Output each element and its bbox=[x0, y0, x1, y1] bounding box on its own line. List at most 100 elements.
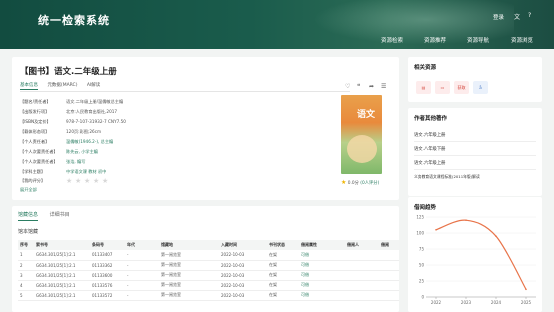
field-value-secondary-author-2[interactable]: 张浩, 编写 bbox=[66, 159, 85, 165]
divider bbox=[20, 91, 350, 92]
field-value-secondary-author-1[interactable]: 陈先云, 小学主编 bbox=[66, 149, 98, 155]
cell-date: 2022-10-03 bbox=[219, 250, 267, 261]
cell-index: 1 bbox=[18, 250, 34, 261]
field-label-physical: 【载体形态项】 bbox=[20, 129, 50, 134]
favorite-icon[interactable]: ♡ bbox=[345, 83, 350, 90]
x-tick-label: 2024 bbox=[491, 300, 502, 305]
cell-date: 2022-10-03 bbox=[219, 270, 267, 281]
field-value-author[interactable]: 温儒敏(1946.2-), 总主编 bbox=[66, 139, 113, 145]
tab-ai-reading[interactable]: AI解读 bbox=[87, 83, 100, 88]
col-header: 借阅人 bbox=[345, 240, 379, 250]
cell-index: 4 bbox=[18, 280, 34, 291]
cell-borrow bbox=[379, 260, 399, 271]
cell-loan-type[interactable]: 可借 bbox=[299, 260, 345, 271]
related-resource-get[interactable]: 获取 bbox=[454, 81, 469, 94]
x-tick-label: 2023 bbox=[461, 300, 472, 305]
field-label-subject: 【学科主题】 bbox=[20, 169, 46, 174]
table-row[interactable]: 3 G634.301/25[1]:2.1 01133600 - 第一阅览室 20… bbox=[18, 270, 399, 281]
divider bbox=[414, 155, 536, 156]
other-work-item[interactable]: 语文.六年级上册 bbox=[414, 132, 445, 138]
cell-call-number: G634.301/25[1]:2.1 bbox=[34, 250, 90, 261]
nav-resource-browse[interactable]: 资源浏览 bbox=[511, 36, 533, 44]
tab-holdings[interactable]: 馆藏信息 bbox=[18, 212, 39, 221]
field-label-title: 【题名/责任者】 bbox=[20, 99, 51, 104]
cell-loan-type[interactable]: 可借 bbox=[299, 290, 345, 301]
related-resource-icon[interactable]: ▤ bbox=[416, 81, 431, 94]
cell-loan-type[interactable]: 可借 bbox=[299, 250, 345, 261]
nav-resource-navigation[interactable]: 资源导航 bbox=[467, 36, 489, 44]
field-label-secondary-author-1: 【个人次要责任者】 bbox=[20, 149, 58, 154]
col-header: 馆藏地 bbox=[159, 240, 219, 250]
data-point bbox=[465, 219, 467, 221]
y-tick-label: 25 bbox=[419, 279, 425, 284]
field-label-publisher: 【出版发行项】 bbox=[20, 109, 50, 114]
holdings-tabs: 馆藏信息 详细书目 bbox=[18, 211, 80, 221]
rating-star-icon[interactable]: ★ bbox=[102, 177, 108, 185]
col-header: 入藏时间 bbox=[219, 240, 267, 250]
cell-status: 在架 bbox=[267, 270, 299, 281]
data-point bbox=[495, 235, 497, 237]
cell-barcode: 01133600 bbox=[90, 270, 125, 281]
table-row[interactable]: 2 G634.301/25[1]:2.1 01133362 - 第一阅览室 20… bbox=[18, 260, 399, 271]
cell-status: 在架 bbox=[267, 250, 299, 261]
cell-call-number: G634.301/25[1]:2.1 bbox=[34, 290, 90, 301]
y-tick-label: 100 bbox=[416, 231, 424, 236]
data-point bbox=[435, 229, 437, 231]
table-row[interactable]: 1 G634.301/25[1]:2.1 01133407 - 第一阅览室 20… bbox=[18, 250, 399, 261]
cell-status: 在架 bbox=[267, 280, 299, 291]
table-row[interactable]: 4 G634.301/25[1]:2.1 01133576 - 第一阅览室 20… bbox=[18, 280, 399, 291]
cell-borrow bbox=[379, 270, 399, 281]
cell-year: - bbox=[125, 290, 159, 301]
cell-barcode: 01133572 bbox=[90, 290, 125, 301]
login-link[interactable]: 登录 bbox=[493, 13, 504, 21]
cell-borrower bbox=[345, 260, 379, 271]
menu-icon[interactable]: ☰ bbox=[381, 83, 386, 90]
other-work-item[interactable]: 语文.八年级下册 bbox=[414, 146, 445, 152]
book-title: 【图书】语文.二年级上册 bbox=[20, 67, 117, 77]
nav-resource-recommend[interactable]: 资源推荐 bbox=[424, 36, 446, 44]
related-resource-icon[interactable]: ā bbox=[473, 81, 488, 94]
y-tick-label: 75 bbox=[419, 247, 425, 252]
field-value-publisher: 北京:人民教育出版社,2017 bbox=[66, 109, 118, 114]
cell-barcode: 01133362 bbox=[90, 260, 125, 271]
cell-year: - bbox=[125, 260, 159, 271]
field-value-subject[interactable]: 中学语文课 教材 初中 bbox=[66, 169, 106, 175]
y-tick-label: 50 bbox=[419, 263, 425, 268]
translate-icon[interactable]: 文 bbox=[514, 12, 520, 21]
tab-basic-info[interactable]: 基本信息 bbox=[20, 83, 38, 90]
y-tick-label: 125 bbox=[416, 215, 424, 220]
data-point bbox=[525, 288, 527, 291]
related-resource-icon[interactable]: ▭ bbox=[435, 81, 450, 94]
cell-barcode: 01133407 bbox=[90, 250, 125, 261]
rating-star-icon[interactable]: ★ bbox=[93, 177, 99, 185]
cell-date: 2022-10-03 bbox=[219, 260, 267, 271]
nav-resource-search[interactable]: 资源检索 bbox=[381, 36, 403, 44]
other-work-item[interactable]: 语文.六年级上册 bbox=[414, 160, 445, 166]
cell-index: 5 bbox=[18, 290, 34, 301]
cell-borrower bbox=[345, 280, 379, 291]
borrow-trend-card: 借阅趋势 0 25 50 75 100 125 2022 2023 2024 2025 bbox=[408, 197, 542, 312]
cell-loan-type[interactable]: 可借 bbox=[299, 280, 345, 291]
cell-status: 在架 bbox=[267, 260, 299, 271]
cover-title: 语文 bbox=[357, 110, 376, 120]
other-work-item[interactable]: 义务教育语文课程标准(2011年版)解读 bbox=[414, 174, 480, 180]
share-icon[interactable]: ➦ bbox=[369, 83, 374, 90]
table-header-row: 序号 索书号 条码号 年代 馆藏地 入藏时间 书刊状态 借阅属性 借阅人 借阅 bbox=[18, 240, 399, 250]
divider bbox=[414, 169, 536, 170]
rating-star-icon[interactable]: ★ bbox=[75, 177, 81, 185]
cell-year: - bbox=[125, 280, 159, 291]
tab-marc[interactable]: 元数据(MARC) bbox=[47, 83, 77, 88]
rating-star-icon[interactable]: ★ bbox=[66, 177, 72, 185]
rating-count[interactable]: (0人评分) bbox=[360, 181, 379, 186]
question-icon[interactable]: ? bbox=[528, 12, 531, 19]
field-label-secondary-author-2: 【个人次要责任者】 bbox=[20, 159, 58, 164]
quote-icon[interactable]: ❝ bbox=[357, 83, 360, 90]
expand-all-link[interactable]: 展开全部 bbox=[20, 187, 37, 193]
table-row[interactable]: 5 G634.301/25[1]:2.1 01133572 - 第一阅览室 20… bbox=[18, 290, 399, 301]
cell-location: 第一阅览室 bbox=[159, 270, 219, 281]
cell-loan-type[interactable]: 可借 bbox=[299, 270, 345, 281]
top-banner: 统一检索系统 登录 文 ? 资源检索 资源推荐 资源导航 资源浏览 bbox=[0, 0, 554, 49]
rating-star-icon[interactable]: ★ bbox=[84, 177, 90, 185]
cell-barcode: 01133576 bbox=[90, 280, 125, 291]
tab-detail-catalog[interactable]: 详细书目 bbox=[50, 212, 70, 218]
